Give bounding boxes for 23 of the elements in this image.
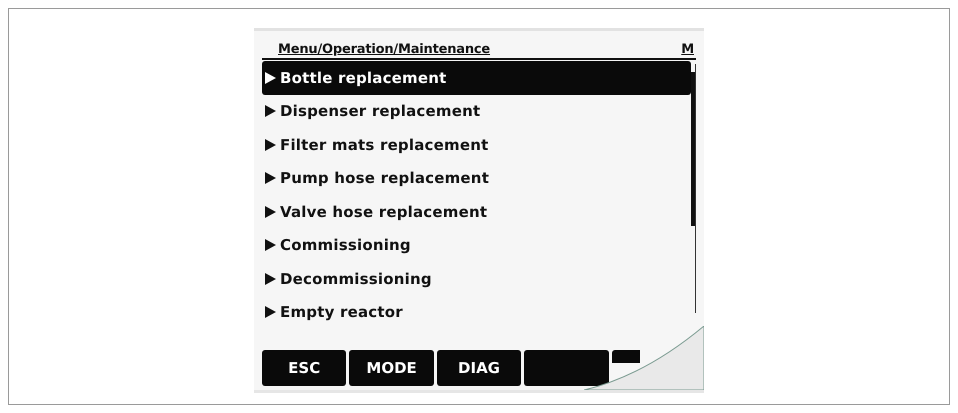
triangle-icon (265, 272, 276, 285)
menu-item[interactable]: Valve hose replacement (262, 195, 691, 228)
softkey[interactable] (612, 350, 640, 363)
menu-item[interactable]: Dispenser replacement (262, 94, 691, 128)
triangle-icon (265, 206, 276, 218)
menu-item[interactable]: Filter mats replacement (262, 128, 691, 162)
menu-item[interactable]: Pump hose replacement (262, 162, 691, 195)
menu-item[interactable]: Decommissioning (262, 262, 691, 296)
softkey[interactable]: DIAG (436, 350, 522, 386)
softkey[interactable]: ESC (262, 350, 346, 386)
scrollbar[interactable] (691, 64, 696, 313)
menu-item[interactable]: Commissioning (262, 228, 691, 262)
triangle-icon (265, 239, 276, 252)
triangle-icon (265, 172, 276, 184)
softkey[interactable]: MODE (349, 350, 434, 386)
menu-item[interactable]: Bottle replacement (262, 61, 691, 94)
triangle-icon (265, 72, 276, 84)
triangle-icon (265, 306, 276, 318)
menu-item[interactable]: Empty reactor (262, 296, 691, 329)
mode-indicator: M (681, 42, 694, 57)
menu-path: Menu/Operation/Maintenance (278, 42, 490, 57)
triangle-icon (265, 138, 276, 151)
triangle-icon (265, 105, 276, 118)
